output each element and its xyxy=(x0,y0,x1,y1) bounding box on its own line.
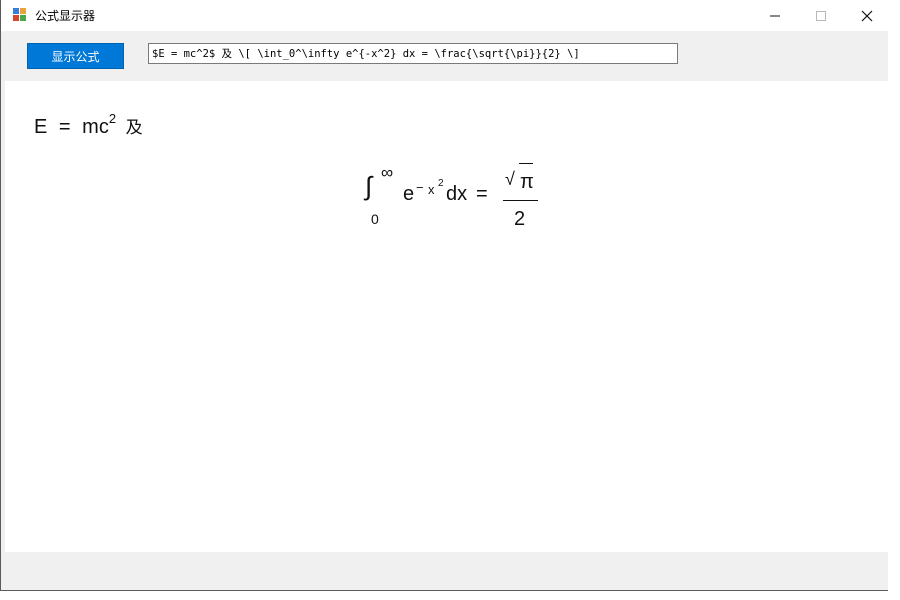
maximize-icon xyxy=(816,10,826,21)
fraction-denominator: 2 xyxy=(514,208,526,230)
close-icon xyxy=(861,10,873,21)
status-strip xyxy=(1,552,888,590)
formula-display-area: E = mc2 及 ∫ ∞ 0 e − x 2 dx = √ π 2 xyxy=(5,81,889,552)
inline-formula: E = mc2 及 xyxy=(34,111,143,139)
inline-conjunction: 及 xyxy=(125,118,143,137)
minimize-icon xyxy=(770,15,780,16)
exp-power: 2 xyxy=(438,178,444,189)
app-window: 公式显示器 显示公式 E = mc2 及 ∫ ∞ 0 e − x 2 d xyxy=(0,0,889,591)
radical-overline xyxy=(519,163,533,164)
show-formula-button[interactable]: 显示公式 xyxy=(27,43,124,69)
display-equals: = xyxy=(476,183,488,205)
display-formula: ∫ ∞ 0 e − x 2 dx = √ π 2 xyxy=(357,163,557,238)
close-button[interactable] xyxy=(844,0,890,31)
fraction-bar xyxy=(503,200,538,201)
maximize-button[interactable] xyxy=(798,0,844,31)
app-icon xyxy=(13,8,27,22)
integral-sign: ∫ xyxy=(365,171,373,201)
inline-exponent: 2 xyxy=(108,111,117,127)
integral-lower-limit: 0 xyxy=(371,211,379,227)
inline-lhs: E xyxy=(34,116,48,138)
differential: dx xyxy=(446,183,468,205)
formula-input[interactable] xyxy=(148,43,678,64)
toolbar: 显示公式 xyxy=(1,31,888,81)
pi-symbol: π xyxy=(520,171,534,193)
inline-equals: = xyxy=(58,116,71,138)
exp-base: e xyxy=(403,183,415,205)
exp-sign: − xyxy=(416,180,424,195)
window-title: 公式显示器 xyxy=(35,9,96,23)
integral-upper-limit: ∞ xyxy=(381,163,394,182)
radical-sign: √ xyxy=(505,169,515,189)
title-bar[interactable]: 公式显示器 xyxy=(1,0,888,31)
inline-base: mc xyxy=(82,116,109,138)
exp-variable: x xyxy=(428,182,435,197)
minimize-button[interactable] xyxy=(752,0,798,31)
